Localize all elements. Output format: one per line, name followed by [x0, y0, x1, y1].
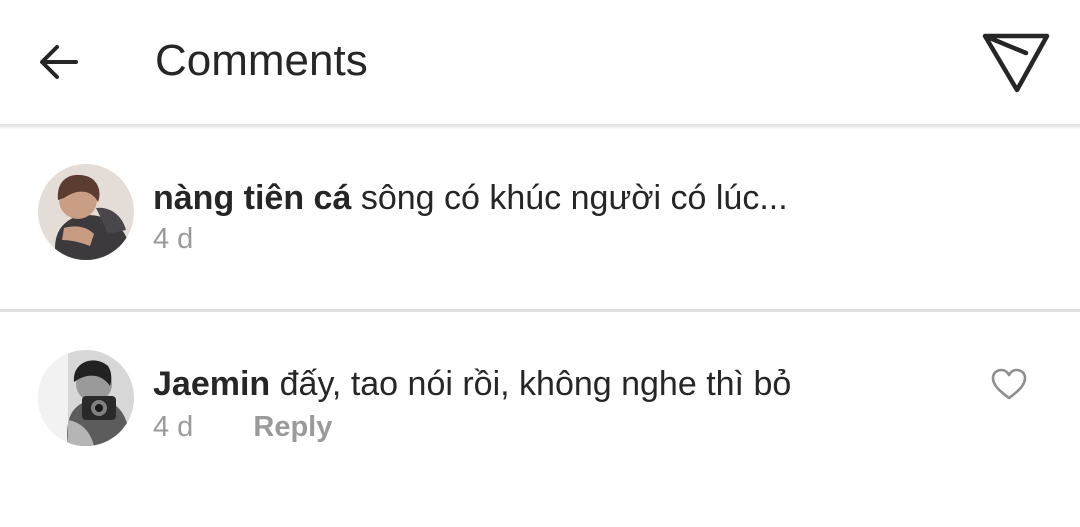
comment-row: Jaemin đấy, tao nói rồi, không nghe thì …	[0, 312, 1080, 527]
avatar[interactable]	[38, 350, 134, 446]
send-button[interactable]	[980, 28, 1052, 96]
heart-outline-icon	[991, 368, 1027, 400]
comment-timestamp: 4 d	[153, 411, 194, 443]
caption-username[interactable]: nàng tiên cá	[153, 179, 351, 217]
caption-timestamp: 4 d	[153, 223, 194, 255]
comment-username[interactable]: Jaemin	[153, 365, 270, 403]
caption-text-line: nàng tiên cá sông có khúc người có lúc..…	[153, 178, 788, 218]
avatar-image	[38, 164, 134, 260]
caption-text: sông có khúc người có lúc...	[360, 179, 788, 217]
avatar[interactable]	[38, 164, 134, 260]
arrow-left-icon	[40, 45, 78, 79]
like-button[interactable]	[988, 364, 1030, 404]
reply-button[interactable]: Reply	[253, 411, 332, 443]
paper-plane-icon	[982, 33, 1050, 93]
avatar-image	[38, 350, 134, 446]
caption-meta: 4 d	[153, 222, 193, 256]
page-title: Comments	[155, 36, 368, 85]
back-button[interactable]	[30, 34, 86, 90]
caption-row: nàng tiên cá sông có khúc người có lúc..…	[0, 130, 1080, 310]
comment-text-line: Jaemin đấy, tao nói rồi, không nghe thì …	[153, 364, 791, 404]
comment-meta: 4 d Reply	[153, 410, 332, 444]
header: Comments	[0, 0, 1080, 124]
comment-text: đấy, tao nói rồi, không nghe thì bỏ	[279, 365, 792, 403]
